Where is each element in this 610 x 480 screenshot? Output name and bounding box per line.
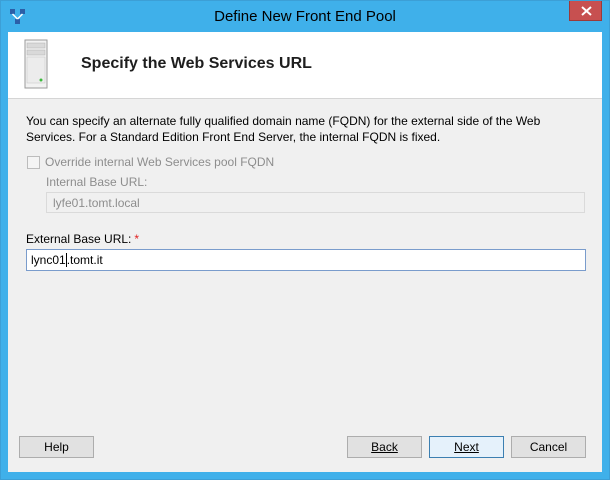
title-bar[interactable]: Define New Front End Pool [1, 1, 609, 32]
page-title: Specify the Web Services URL [81, 55, 312, 72]
external-url-label: External Base URL: * [26, 232, 139, 246]
internal-url-label: Internal Base URL: [46, 175, 148, 189]
close-icon [581, 6, 592, 16]
window-title: Define New Front End Pool [214, 8, 396, 25]
external-url-value-start: lync01 [31, 253, 66, 267]
external-url-value-end: .tomt.it [66, 253, 103, 267]
override-checkbox-label: Override internal Web Services pool FQDN [45, 155, 275, 169]
back-button[interactable]: Back [347, 436, 422, 458]
server-icon [20, 39, 52, 89]
wizard-header: Specify the Web Services URL [8, 32, 602, 99]
internal-url-field: lyfe01.tomt.local [46, 192, 585, 213]
external-url-label-text: External Base URL: [26, 232, 132, 246]
override-checkbox[interactable] [27, 156, 40, 169]
dialog-client-area: Specify the Web Services URL You can spe… [8, 32, 602, 472]
required-marker: * [134, 232, 140, 246]
external-url-field[interactable]: lync01.tomt.it [26, 249, 586, 271]
description-text: You can specify an alternate fully quali… [26, 114, 541, 144]
cancel-button[interactable]: Cancel [511, 436, 586, 458]
next-button-label: Next [454, 440, 479, 454]
dialog-window: Define New Front End Pool Specify the We… [0, 0, 610, 480]
help-button[interactable]: Help [19, 436, 94, 458]
next-button[interactable]: Next [429, 436, 504, 458]
close-button[interactable] [569, 1, 602, 21]
back-button-label: Back [371, 440, 398, 454]
